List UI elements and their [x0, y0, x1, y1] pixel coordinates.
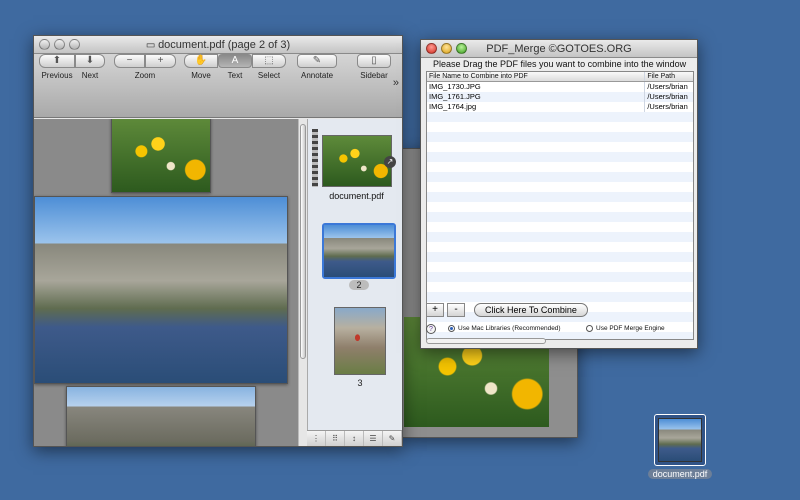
merge-titlebar[interactable]: PDF_Merge ©GOTOES.ORG [421, 40, 697, 58]
mac-libraries-radio[interactable] [448, 325, 455, 332]
annotations-button[interactable]: ✎ [383, 431, 402, 446]
column-file-path[interactable]: File Path [645, 72, 693, 81]
text-cursor-icon: A [231, 55, 239, 66]
page-3-image [66, 386, 256, 446]
drag-instruction: Please Drag the PDF files you want to co… [433, 59, 687, 69]
preview-toolbar: ⬆ Previous ⬇ Next − + Zoom ✋ Move A Text… [34, 54, 402, 118]
pages-scrollbar[interactable] [298, 119, 307, 446]
list-view-button[interactable]: ☰ [364, 431, 383, 446]
merge-engine-radio[interactable] [586, 325, 593, 332]
preview-window[interactable]: ▭ document.pdf (page 2 of 3) ⬆ Previous … [33, 35, 403, 447]
zoom-window-button[interactable] [69, 39, 80, 50]
merge-zoom-button[interactable] [456, 43, 467, 54]
sidebar-icon: ▯ [371, 55, 377, 66]
table-header: File Name to Combine into PDF File Path [427, 72, 693, 82]
sidebar-button[interactable]: ▯ Sidebar [357, 54, 391, 80]
document-pages-view[interactable] [34, 119, 298, 446]
pdf-file-icon: ▭ [145, 40, 159, 51]
pdf-merge-window[interactable]: PDF_Merge ©GOTOES.ORG Please Drag the PD… [420, 39, 698, 349]
marquee-icon: ⬚ [264, 55, 274, 66]
window-title: document.pdf (page 2 of 3) [158, 39, 291, 51]
sidebar-bottom-bar: ⋮ ⠿ ↕ ☰ ✎ [307, 430, 402, 446]
zoom-in-button[interactable]: + [145, 54, 176, 68]
page-3-number: 3 [357, 378, 363, 388]
engine-options: ? Use Mac Libraries (Recommended) Use PD… [426, 324, 694, 336]
preview-titlebar[interactable]: ▭ document.pdf (page 2 of 3) [34, 36, 402, 54]
table-body[interactable]: IMG_1730.JPG /Users/brian IMG_1761.JPG /… [427, 82, 693, 339]
text-tool-button[interactable]: A Text [218, 54, 252, 80]
grid-view-button[interactable]: ⠿ [326, 431, 345, 446]
up-arrow-icon: ⬆ [52, 55, 62, 66]
page-2-thumbnail[interactable] [322, 223, 396, 279]
document-name-label: document.pdf [329, 191, 384, 201]
add-file-button[interactable]: + [426, 303, 444, 317]
merge-controls: + - Click Here To Combine [426, 302, 694, 318]
help-button[interactable]: ? [426, 324, 436, 334]
resize-handle[interactable]: ↕ [345, 431, 364, 446]
table-row[interactable]: IMG_1761.JPG /Users/brian [427, 92, 693, 102]
pdf-document-icon [654, 414, 706, 466]
page-2-thumbnail-image [324, 225, 394, 277]
desktop-file-name: document.pdf [648, 469, 712, 479]
remove-file-button[interactable]: - [447, 303, 465, 317]
column-file-name[interactable]: File Name to Combine into PDF [427, 72, 646, 81]
table-row[interactable]: IMG_1730.JPG /Users/brian [427, 82, 693, 92]
zoom-out-button[interactable]: − [114, 54, 145, 68]
table-row[interactable]: IMG_1764.jpg /Users/brian [427, 102, 693, 112]
pencil-icon: ✎ [312, 55, 322, 66]
page-3-thumbnail[interactable] [334, 307, 386, 375]
thumbnail-sidebar[interactable]: ↗ document.pdf 2 3 [307, 119, 402, 430]
thumbnail-view-button[interactable]: ⋮ [307, 431, 326, 446]
select-tool-button[interactable]: ⬚ Select [252, 54, 286, 80]
mac-libraries-label: Use Mac Libraries (Recommended) [458, 325, 561, 332]
file-table[interactable]: File Name to Combine into PDF File Path … [426, 71, 694, 340]
move-tool-button[interactable]: ✋ Move [184, 54, 218, 80]
annotate-button[interactable]: ✎ Annotate [297, 54, 337, 80]
page-2-number: 2 [349, 280, 369, 290]
document-thumbnail[interactable] [322, 135, 392, 187]
hand-icon: ✋ [194, 55, 208, 66]
down-arrow-icon: ⬇ [85, 55, 95, 66]
combine-button[interactable]: Click Here To Combine [474, 303, 588, 317]
film-strip-icon [312, 129, 318, 187]
desktop-file-icon[interactable]: document.pdf [648, 414, 712, 479]
merge-minimize-button[interactable] [441, 43, 452, 54]
merge-close-button[interactable] [426, 43, 437, 54]
arrow-badge-icon[interactable]: ↗ [384, 156, 396, 168]
merge-engine-label: Use PDF Merge Engine [596, 325, 665, 332]
merge-window-title: PDF_Merge ©GOTOES.ORG [486, 43, 632, 55]
zoom-control: − + Zoom [114, 54, 176, 80]
next-button[interactable]: ⬇ Next [75, 54, 105, 80]
scroll-thumb[interactable] [300, 124, 306, 359]
toolbar-overflow-button[interactable]: » [393, 77, 399, 89]
page-1-image [111, 119, 211, 193]
close-button[interactable] [39, 39, 50, 50]
minimize-button[interactable] [54, 39, 65, 50]
page-2-image [34, 196, 288, 384]
combine-progress-bar [426, 338, 546, 344]
previous-button[interactable]: ⬆ Previous [39, 54, 75, 80]
